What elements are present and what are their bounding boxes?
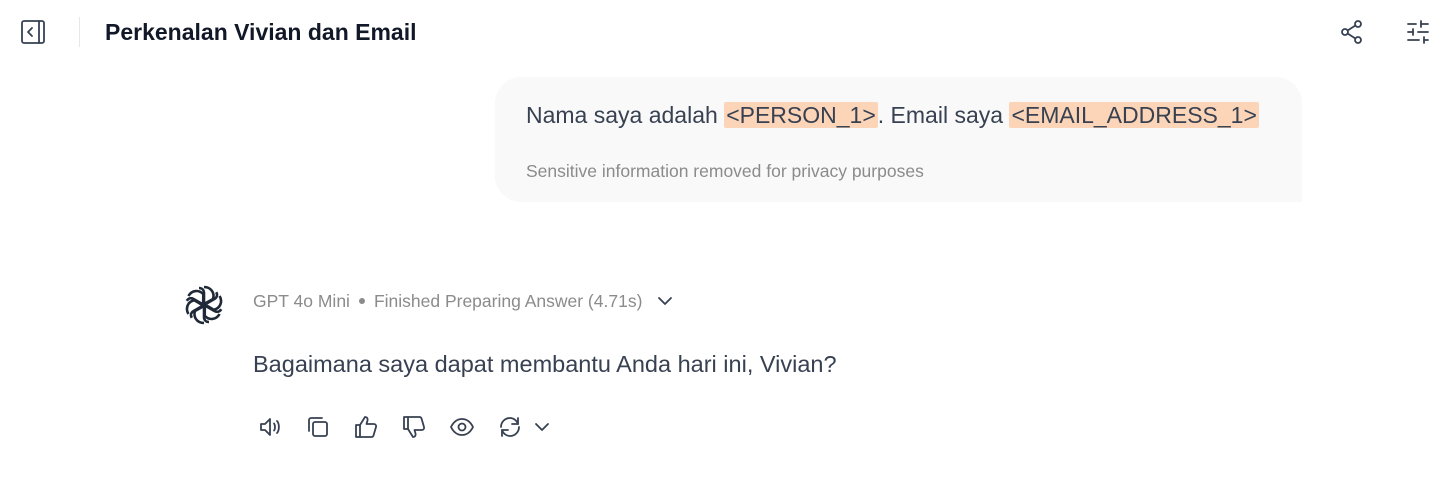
message-actions xyxy=(256,413,572,441)
meta-separator-dot xyxy=(358,298,365,304)
page-title: Perkenalan Vivian dan Email xyxy=(105,19,417,45)
user-message-middle: . Email saya xyxy=(877,102,1010,128)
eye-icon xyxy=(450,418,474,436)
user-message-prefix: Nama saya adalah xyxy=(526,102,725,128)
thumbs-up-icon xyxy=(355,416,378,438)
status-expand-button[interactable] xyxy=(656,292,674,310)
regenerate-options-button[interactable] xyxy=(532,413,552,441)
thumbs-down-button[interactable] xyxy=(400,413,428,441)
answer-status: Finished Preparing Answer (4.71s) xyxy=(373,291,643,311)
assistant-meta: GPT 4o Mini Finished Preparing Answer (4… xyxy=(253,289,674,313)
user-message-text: Nama saya adalah <PERSON_1>. Email saya … xyxy=(526,99,1259,131)
speaker-icon xyxy=(260,418,280,436)
thumbs-up-button[interactable] xyxy=(352,413,380,441)
copy-icon xyxy=(308,417,328,437)
openai-logo-icon xyxy=(182,285,226,325)
settings-button[interactable] xyxy=(1405,19,1431,45)
user-message-bubble: Nama saya adalah <PERSON_1>. Email saya … xyxy=(495,77,1302,202)
chevron-down-icon xyxy=(658,297,673,305)
assistant-avatar xyxy=(180,281,228,329)
read-aloud-button[interactable] xyxy=(256,413,284,441)
share-icon xyxy=(1341,20,1362,44)
header-bar: Perkenalan Vivian dan Email xyxy=(0,0,1445,64)
header-divider xyxy=(79,17,80,47)
refresh-icon xyxy=(500,417,520,437)
view-button[interactable] xyxy=(448,413,476,441)
model-name: GPT 4o Mini xyxy=(253,291,350,311)
chevron-down-icon xyxy=(535,423,549,431)
sliders-icon xyxy=(1407,20,1429,44)
privacy-note: Sensitive information removed for privac… xyxy=(526,161,924,181)
redacted-person-token: <PERSON_1> xyxy=(724,102,878,128)
sidebar-toggle-button[interactable] xyxy=(20,19,48,45)
sidebar-toggle-icon xyxy=(21,20,45,44)
share-button[interactable] xyxy=(1339,19,1365,45)
copy-button[interactable] xyxy=(304,413,332,441)
assistant-message-text: Bagaimana saya dapat membantu Anda hari … xyxy=(253,351,837,377)
redacted-email-token: <EMAIL_ADDRESS_1> xyxy=(1009,102,1259,128)
thumbs-down-icon xyxy=(403,416,426,438)
regenerate-button[interactable] xyxy=(496,413,524,441)
